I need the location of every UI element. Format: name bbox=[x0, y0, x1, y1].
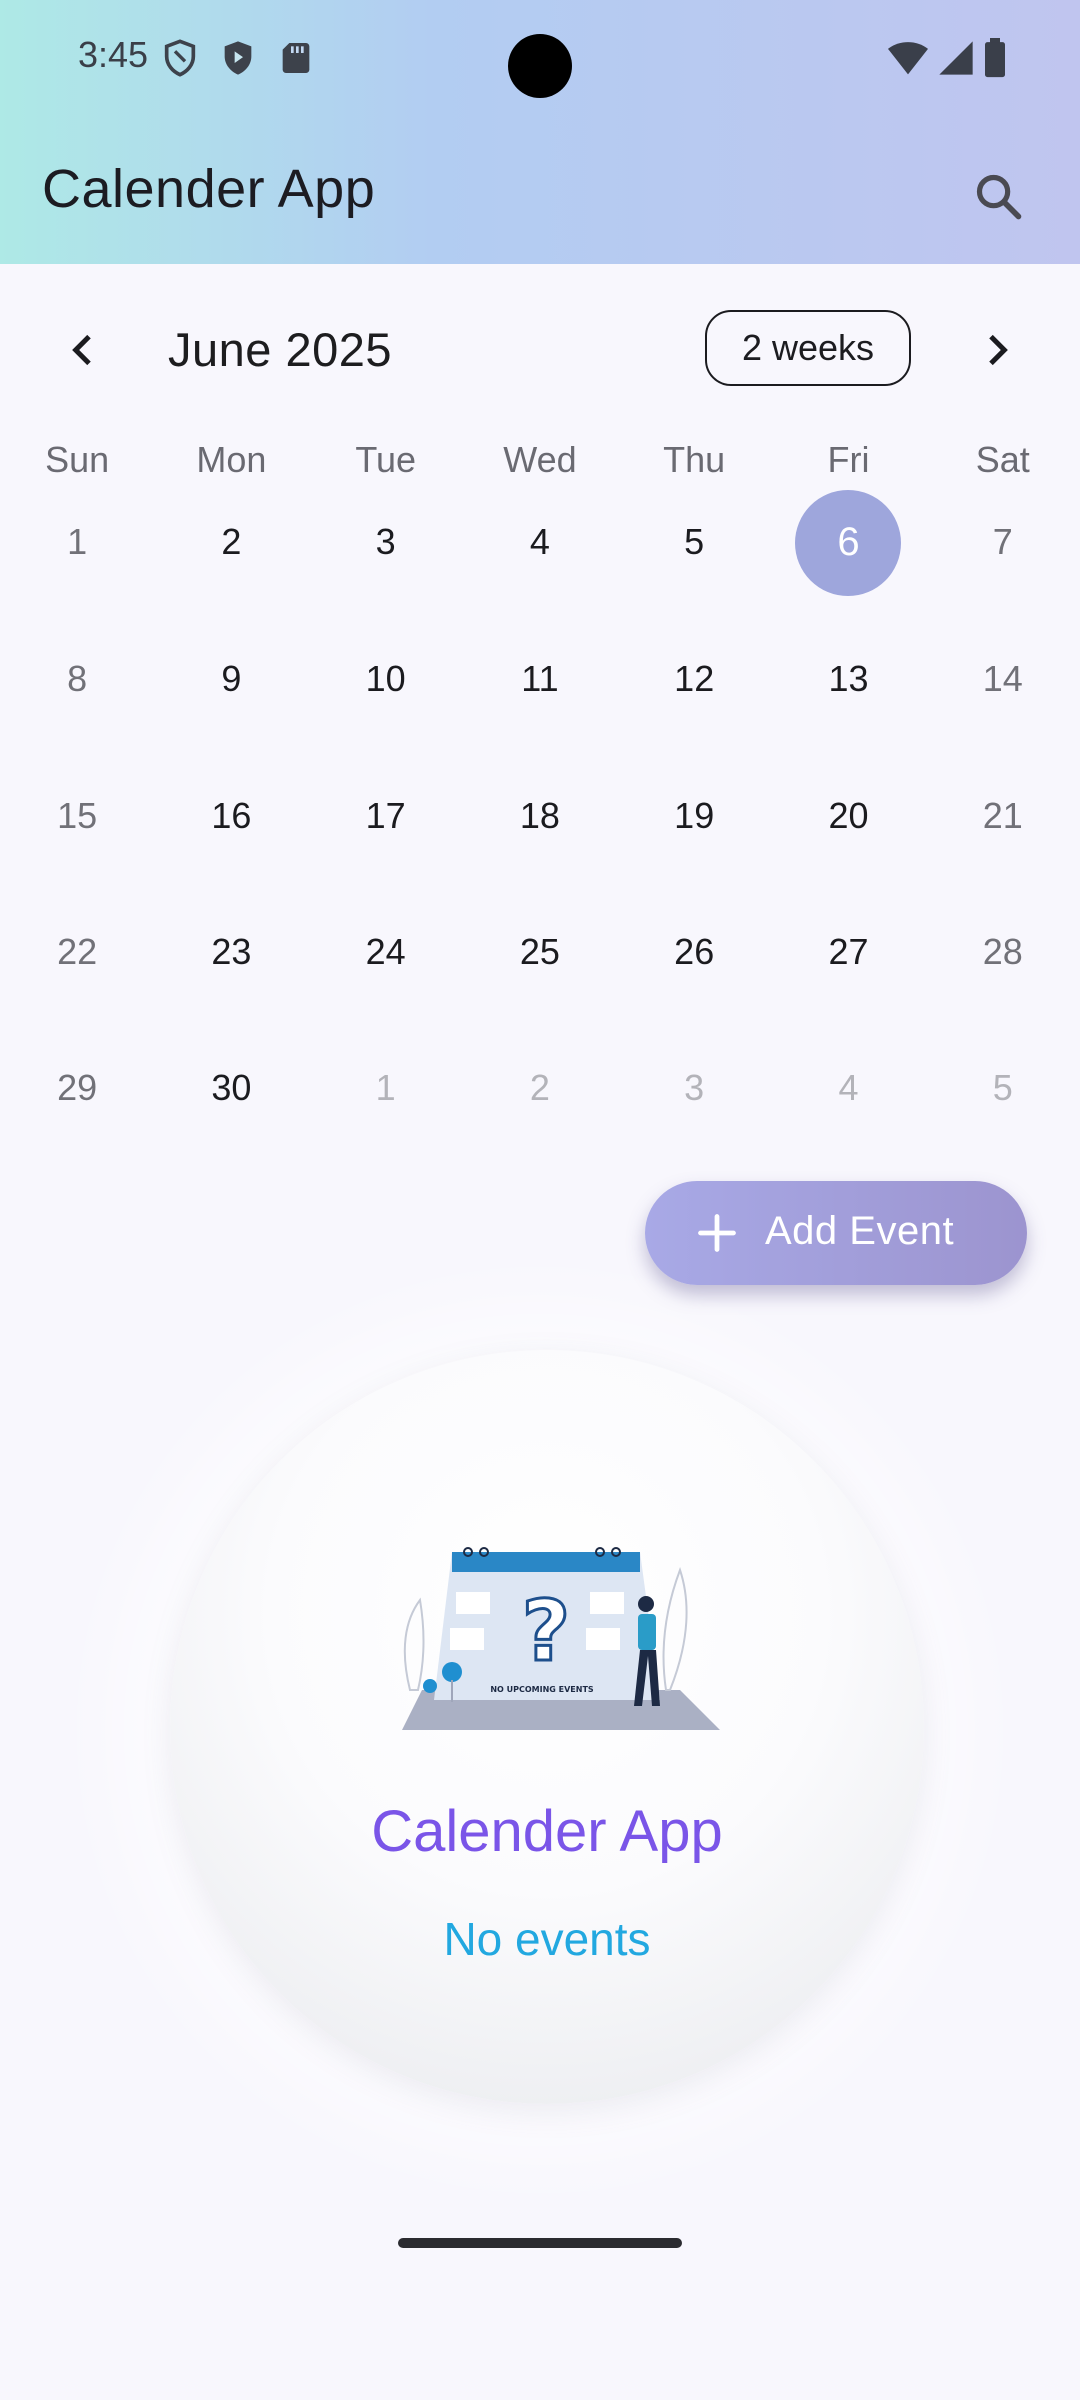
weekday-label: Sat bbox=[975, 439, 1030, 480]
weekday-label: Mon bbox=[196, 439, 267, 480]
calendar-day[interactable]: 8 bbox=[0, 649, 154, 709]
calendar-day[interactable]: 30 bbox=[154, 1058, 308, 1118]
calendar-day[interactable]: 21 bbox=[926, 786, 1080, 846]
calendar-day[interactable]: 5 bbox=[617, 512, 771, 573]
calendar-day[interactable]: 11 bbox=[463, 649, 617, 709]
calendar-day[interactable]: 16 bbox=[154, 786, 308, 846]
calendar-day[interactable]: 27 bbox=[771, 922, 925, 982]
next-month-button[interactable] bbox=[966, 320, 1026, 380]
empty-state-title: Calender App bbox=[371, 1799, 723, 1864]
calendar-day[interactable]: 29 bbox=[0, 1058, 154, 1118]
calendar-week-row: 29 30 1 2 3 4 5 bbox=[0, 1058, 1080, 1118]
add-event-label: Add Event bbox=[765, 1209, 955, 1253]
calendar-day[interactable]: 28 bbox=[926, 922, 1080, 982]
calendar-day[interactable]: 2 bbox=[154, 512, 308, 573]
weekday-header: Sun Mon Tue Wed Thu Fri Sat bbox=[0, 432, 1080, 488]
calendar-day[interactable]: 22 bbox=[0, 922, 154, 982]
wifi-icon bbox=[886, 38, 930, 78]
app-title: Calender App bbox=[42, 159, 376, 219]
weekday-label: Wed bbox=[503, 439, 577, 480]
shield-icon bbox=[160, 38, 200, 78]
calendar-day[interactable]: 3 bbox=[309, 512, 463, 573]
month-title: June 2025 bbox=[168, 323, 393, 376]
svg-text:?: ? bbox=[522, 1582, 571, 1680]
no-events-illustration: ? NO UPCOMING EVENTS bbox=[402, 1547, 720, 1730]
calendar-day[interactable]: 14 bbox=[926, 649, 1080, 709]
calendar-day[interactable]: 25 bbox=[463, 922, 617, 982]
calendar-day[interactable]: 20 bbox=[771, 786, 925, 846]
calendar-day[interactable]: 10 bbox=[309, 649, 463, 709]
calendar-day[interactable]: 9 bbox=[154, 649, 308, 709]
home-indicator[interactable] bbox=[398, 2238, 682, 2248]
calendar-format-button[interactable]: 2 weeks bbox=[705, 310, 911, 386]
calendar-day-outside-month[interactable]: 4 bbox=[771, 1058, 925, 1118]
calendar-day[interactable]: 18 bbox=[463, 786, 617, 846]
calendar-day[interactable]: 19 bbox=[617, 786, 771, 846]
calendar-week-row: 15 16 17 18 19 20 21 bbox=[0, 786, 1080, 846]
weekday-label: Tue bbox=[355, 439, 417, 480]
previous-month-button[interactable] bbox=[54, 320, 114, 380]
search-icon bbox=[976, 174, 1022, 220]
signal-icon bbox=[936, 38, 976, 78]
calendar-day[interactable]: 12 bbox=[617, 649, 771, 709]
weekday-label: Thu bbox=[663, 439, 726, 480]
calendar-day[interactable]: 26 bbox=[617, 922, 771, 982]
camera-cutout bbox=[508, 34, 572, 98]
weekday-label: Sun bbox=[45, 439, 110, 480]
app-header: 3:45 Calender App bbox=[0, 0, 1080, 264]
calendar-day-selected[interactable]: 6 bbox=[771, 489, 925, 596]
calendar-week-row: 1 2 3 4 5 6 7 bbox=[0, 489, 1080, 596]
svg-text:NO UPCOMING EVENTS: NO UPCOMING EVENTS bbox=[490, 1685, 594, 1694]
search-button[interactable] bbox=[966, 164, 1032, 230]
calendar-day-outside-month[interactable]: 5 bbox=[926, 1058, 1080, 1118]
calendar-day[interactable]: 24 bbox=[309, 922, 463, 982]
calendar-day-outside-month[interactable]: 3 bbox=[617, 1058, 771, 1118]
calendar-day[interactable]: 13 bbox=[771, 649, 925, 709]
app-screen: 3:45 Calender App June 2025 2 weeks Sun … bbox=[0, 0, 1080, 2400]
weekday-label: Fri bbox=[827, 439, 870, 480]
calendar-week-row: 22 23 24 25 26 27 28 bbox=[0, 922, 1080, 982]
plus-icon bbox=[698, 1214, 736, 1252]
calendar-day[interactable]: 23 bbox=[154, 922, 308, 982]
chevron-right-icon bbox=[989, 334, 1008, 366]
calendar-day-outside-month[interactable]: 2 bbox=[463, 1058, 617, 1118]
battery-icon bbox=[980, 38, 1020, 78]
calendar-week-row: 8 9 10 11 12 13 14 bbox=[0, 649, 1080, 709]
chevron-left-icon bbox=[72, 334, 91, 366]
calendar-day[interactable]: 1 bbox=[0, 512, 154, 573]
status-bar: 3:45 bbox=[0, 0, 1080, 120]
calendar-day-outside-month[interactable]: 1 bbox=[309, 1058, 463, 1118]
calendar-day[interactable]: 15 bbox=[0, 786, 154, 846]
calendar-day[interactable]: 17 bbox=[309, 786, 463, 846]
add-event-button[interactable]: Add Event bbox=[645, 1181, 1027, 1285]
status-time: 3:45 bbox=[78, 34, 149, 75]
calendar-day[interactable]: 7 bbox=[926, 512, 1080, 573]
calendar-day[interactable]: 4 bbox=[463, 512, 617, 573]
play-protect-icon bbox=[218, 38, 258, 78]
sd-card-icon bbox=[276, 38, 316, 78]
empty-state-subtitle: No events bbox=[443, 1913, 651, 1965]
